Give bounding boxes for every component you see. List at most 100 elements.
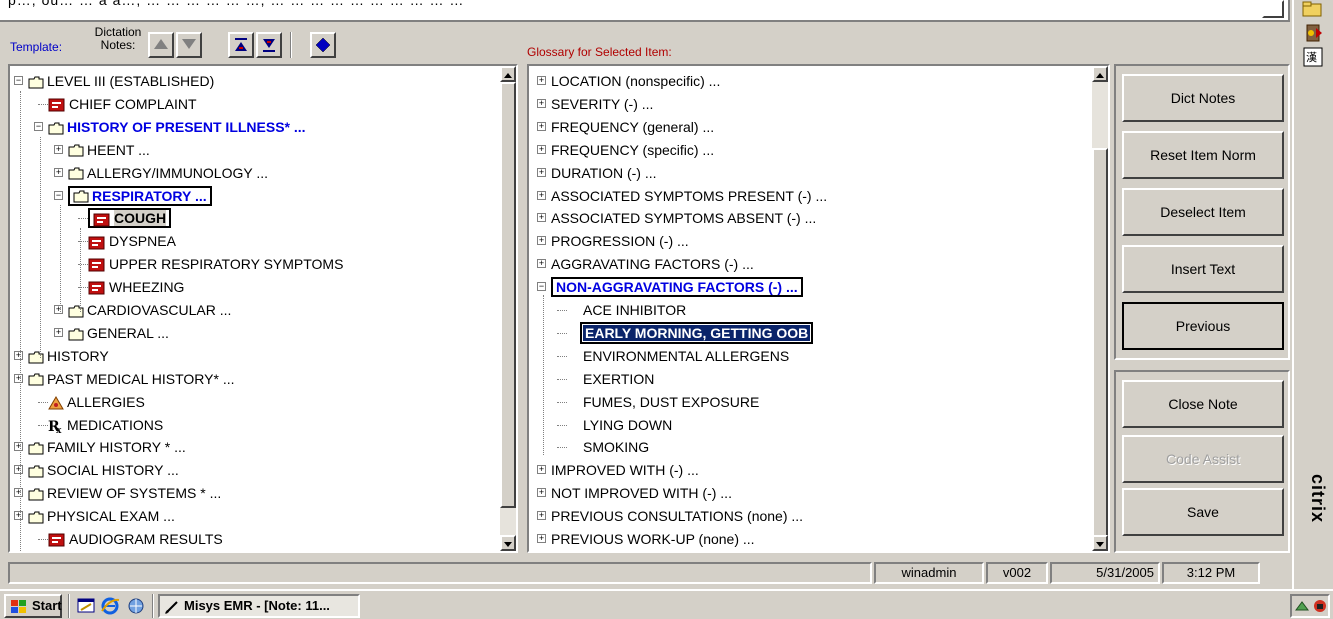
previous-button[interactable]: Previous [1122, 302, 1284, 350]
template-tree-item[interactable]: UPPER RESPIRATORY SYMPTOMS [88, 253, 343, 275]
save-button[interactable]: Save [1122, 488, 1284, 536]
insert-text-button[interactable]: Insert Text [1122, 245, 1284, 293]
diamond-button[interactable] [310, 32, 336, 58]
expand-toggle[interactable]: + [537, 121, 546, 131]
expand-toggle[interactable]: + [537, 213, 546, 223]
show-desktop-icon[interactable] [76, 596, 96, 616]
expand-toggle[interactable]: + [537, 76, 546, 85]
expand-toggle[interactable]: + [537, 98, 546, 108]
glossary-item-selected[interactable]: EARLY MORNING, GETTING OOB [579, 321, 814, 344]
glossary-item[interactable]: IMPROVED WITH (-) ... [551, 459, 699, 481]
scroll-down-button[interactable] [500, 535, 516, 551]
expand-toggle[interactable]: + [54, 305, 63, 314]
template-tree-item[interactable]: CHIEF COMPLAINT [48, 93, 197, 115]
deselect-item-button[interactable]: Deselect Item [1122, 188, 1284, 236]
expand-toggle[interactable]: + [14, 442, 23, 452]
template-tree-item[interactable]: WHEEZING [88, 276, 184, 298]
taskbar-task-misys-emr[interactable]: Misys EMR - [Note: 11... [158, 594, 360, 618]
template-tree-item[interactable]: ALLERGY/IMMUNOLOGY ... [68, 162, 268, 184]
collapse-toggle[interactable]: − [537, 282, 546, 292]
scroll-up-button[interactable] [1092, 66, 1108, 82]
glossary-item[interactable]: DURATION (-) ... [551, 162, 657, 184]
expand-toggle[interactable]: + [537, 488, 546, 498]
exit-door-icon[interactable] [1302, 22, 1324, 44]
expand-toggle[interactable]: + [537, 465, 546, 475]
glossary-item[interactable]: PREVIOUS CONSULTATIONS (none) ... [551, 505, 803, 527]
template-tree-item[interactable]: AUDIOGRAM RESULTS [48, 528, 223, 550]
template-tree-item[interactable]: SOCIAL HISTORY ... [28, 459, 179, 481]
template-tree-item[interactable]: HISTORY OF PRESENT ILLNESS* ... [48, 116, 306, 138]
expand-toggle[interactable]: + [54, 144, 63, 154]
move-top-button[interactable] [228, 32, 254, 58]
glossary-item[interactable]: AGGRAVATING FACTORS (-) ... [551, 253, 754, 275]
glossary-item[interactable]: SEVERITY (-) ... [551, 93, 653, 115]
template-tree-item[interactable]: FAMILY HISTORY * ... [28, 436, 186, 458]
template-tree-item[interactable]: CARDIOVASCULAR ... [68, 299, 231, 321]
language-tool-icon[interactable]: 漢 [1302, 46, 1324, 68]
expand-toggle[interactable]: + [537, 167, 546, 177]
glossary-item[interactable]: NON-AGGRAVATING FACTORS (-) ... [551, 276, 803, 298]
glossary-item[interactable]: ENVIRONMENTAL ALLERGENS [583, 345, 789, 367]
glossary-item[interactable]: SMOKING [583, 436, 649, 458]
start-button[interactable]: Start [4, 594, 62, 618]
glossary-item[interactable]: NOT IMPROVED WITH (-) ... [551, 482, 732, 504]
template-tree-item[interactable]: RECORDS/XRAYS REVIEWED [48, 551, 268, 552]
glossary-item[interactable]: FREQUENCY (specific) ... [551, 139, 714, 161]
template-tree-scrollbar[interactable] [500, 66, 516, 551]
expand-toggle[interactable]: + [54, 167, 63, 177]
template-tree-item[interactable]: ALLERGIES [48, 391, 145, 413]
template-tree-item[interactable]: REVIEW OF SYSTEMS * ... [28, 482, 221, 504]
glossary-item[interactable]: FREQUENCY (general) ... [551, 116, 714, 138]
collapse-toggle[interactable]: − [14, 76, 23, 85]
note-text-strip[interactable]: p…, ou… … a a…, … … … … … …, … … … … … …… [0, 0, 1290, 22]
glossary-item[interactable]: LOCATION (nonspecific) ... [551, 70, 720, 92]
expand-toggle[interactable]: + [537, 511, 546, 521]
glossary-item[interactable]: ASSOCIATED SYMPTOMS PRESENT (-) ... [551, 185, 827, 207]
glossary-item[interactable]: PREVIOUS WORK-UP (none) ... [551, 528, 755, 550]
collapse-toggle[interactable]: − [54, 190, 63, 200]
expand-toggle[interactable]: + [14, 373, 23, 383]
close-note-button[interactable]: Close Note [1122, 380, 1284, 428]
glossary-tree-scrollbar[interactable] [1092, 66, 1108, 551]
template-tree-item[interactable]: RESPIRATORY ... [68, 185, 212, 207]
scroll-thumb[interactable] [500, 82, 516, 508]
expand-toggle[interactable]: + [14, 465, 23, 475]
template-tree-item[interactable]: Rx MEDICATIONS [48, 414, 163, 436]
expand-toggle[interactable]: + [537, 190, 546, 200]
glossary-item[interactable]: LYING DOWN [583, 414, 672, 436]
expand-toggle[interactable]: + [14, 350, 23, 360]
template-tree-item[interactable]: PHYSICAL EXAM ... [28, 505, 175, 527]
expand-toggle[interactable]: + [537, 236, 546, 246]
expand-toggle[interactable]: + [537, 534, 546, 543]
scroll-down-button[interactable] [1092, 535, 1108, 551]
network-icon[interactable] [126, 596, 146, 616]
security-tray-icon[interactable] [1312, 598, 1328, 614]
internet-explorer-icon[interactable] [100, 596, 120, 616]
scroll-thumb[interactable] [1092, 148, 1108, 538]
dictation-up-button[interactable] [148, 32, 174, 58]
expand-toggle[interactable]: + [14, 511, 23, 521]
folder-tool-icon[interactable] [1300, 0, 1326, 18]
glossary-item[interactable]: PROGRESSION (-) ... [551, 230, 689, 252]
glossary-item[interactable]: EXERTION [583, 368, 654, 390]
template-tree-item[interactable]: GENERAL ... [68, 322, 169, 344]
template-tree-item[interactable]: LEVEL III (ESTABLISHED) [28, 70, 214, 92]
glossary-item[interactable]: FUMES, DUST EXPOSURE [583, 391, 759, 413]
reset-item-norm-button[interactable]: Reset Item Norm [1122, 131, 1284, 179]
glossary-tree[interactable]: + LOCATION (nonspecific) ... + SEVERITY (-)… [527, 64, 1110, 553]
glossary-item[interactable]: ASSOCIATED SYMPTOMS ABSENT (-) ... [551, 207, 816, 229]
collapse-toggle[interactable]: − [34, 121, 43, 131]
expand-toggle[interactable]: + [54, 327, 63, 337]
connection-tray-icon[interactable] [1294, 598, 1310, 614]
template-tree-item[interactable]: HEENT ... [68, 139, 150, 161]
expand-toggle[interactable]: + [14, 488, 23, 498]
template-tree[interactable]: − LEVEL III (ESTABLISHED) CHIEF COMPLAINT −… [8, 64, 518, 553]
expand-toggle[interactable]: + [537, 144, 546, 154]
scroll-up-button[interactable] [500, 66, 516, 82]
template-tree-item[interactable]: COUGH [88, 207, 172, 229]
expand-toggle[interactable]: + [537, 259, 546, 269]
dictation-down-button[interactable] [176, 32, 202, 58]
dict-notes-button[interactable]: Dict Notes [1122, 74, 1284, 122]
move-bottom-button[interactable] [256, 32, 282, 58]
code-assist-button[interactable]: Code Assist [1122, 435, 1284, 483]
